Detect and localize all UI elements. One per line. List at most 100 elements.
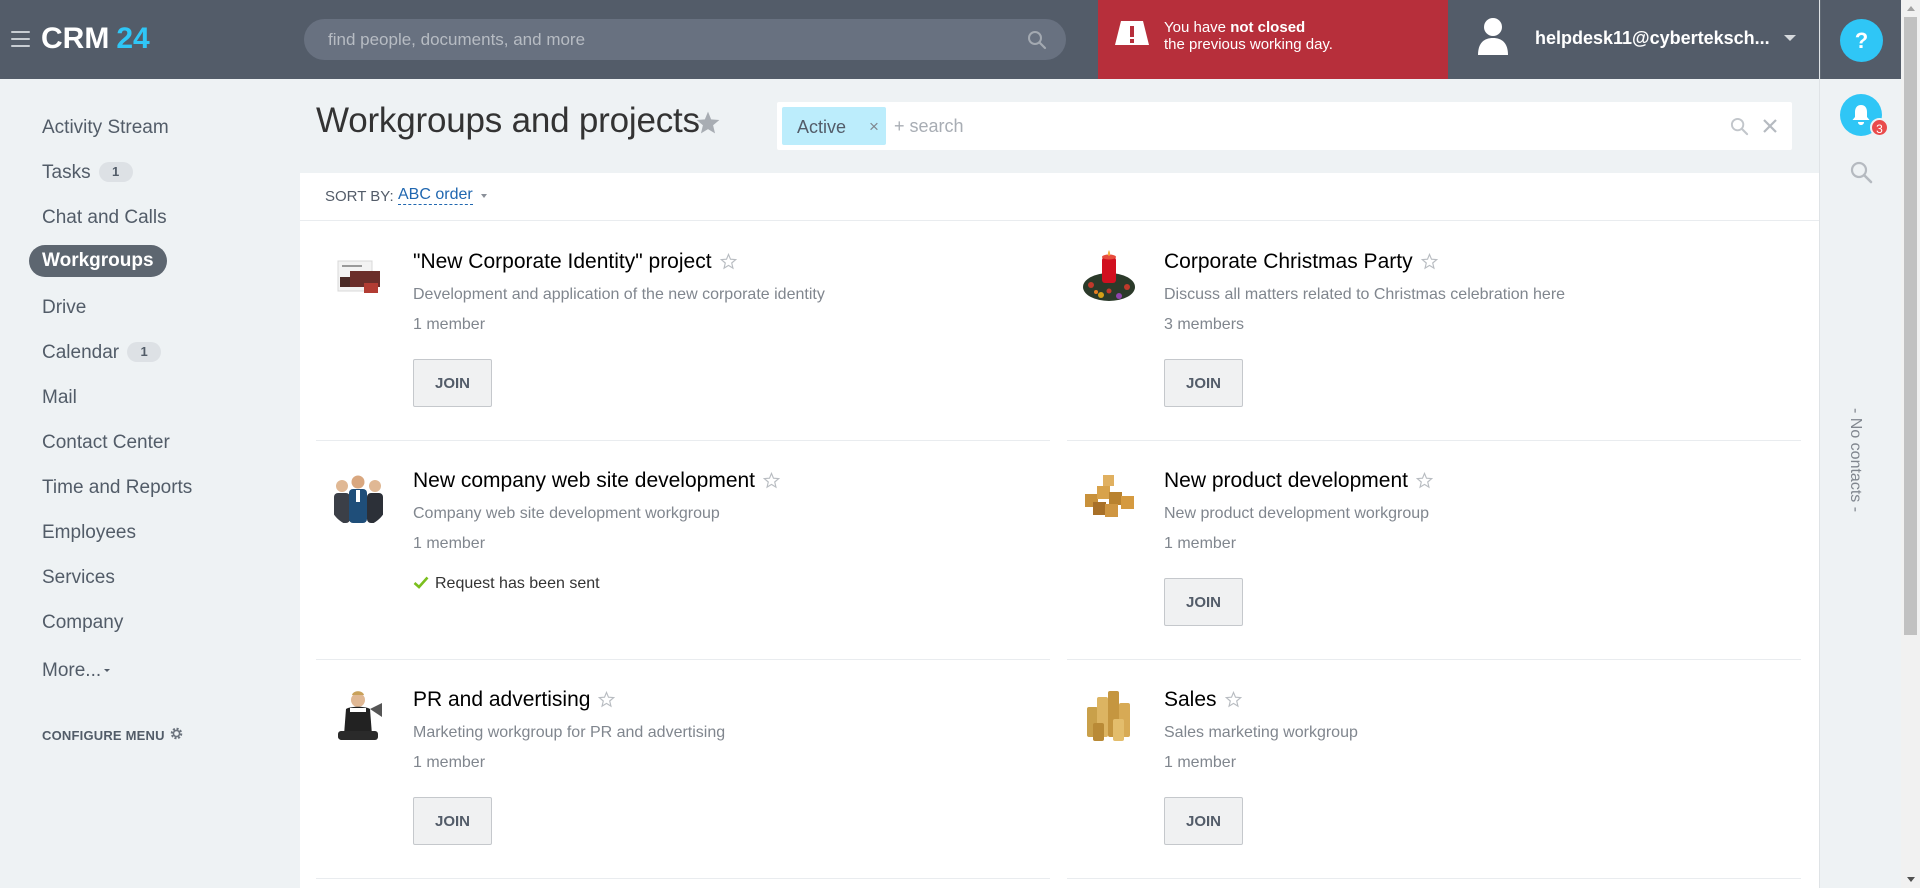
group-name-text: New product development (1164, 469, 1408, 492)
sort-dropdown[interactable]: ABC order (398, 186, 473, 205)
scrollbar-thumb[interactable] (1904, 17, 1917, 635)
star-icon[interactable] (1420, 253, 1438, 270)
sidebar-item-tasks[interactable]: Tasks 1 (42, 162, 133, 184)
group-name[interactable]: "New Corporate Identity" project (413, 250, 737, 274)
group-image[interactable] (1079, 247, 1140, 308)
search-icon[interactable] (1027, 30, 1047, 50)
group-members[interactable]: 1 member (413, 754, 485, 772)
group-image[interactable] (328, 247, 389, 308)
sidebar-item-label: Company (42, 612, 124, 633)
group-name[interactable]: PR and advertising (413, 688, 616, 712)
sidebar-item-label: Employees (42, 522, 136, 543)
join-button[interactable]: JOIN (1164, 797, 1243, 845)
sidebar-item-workgroups[interactable]: Workgroups (29, 245, 167, 277)
group-members[interactable]: 1 member (1164, 754, 1236, 772)
sidebar-item-drive[interactable]: Drive (42, 297, 86, 319)
group-name[interactable]: Corporate Christmas Party (1164, 250, 1438, 274)
group-image[interactable] (1079, 685, 1140, 746)
menu-burger-icon[interactable] (11, 31, 30, 47)
three-people-icon (328, 466, 389, 527)
logo-text: CRM (41, 22, 110, 55)
no-contacts-label: - No contacts - (1832, 408, 1892, 518)
group-members[interactable]: 1 member (1164, 535, 1236, 553)
sidebar-item-contact-center[interactable]: Contact Center (42, 432, 170, 454)
request-sent-status: Request has been sent (413, 575, 600, 593)
sidebar-item-label: Activity Stream (42, 117, 169, 138)
workday-warning[interactable]: You have not closed the previous working… (1098, 0, 1448, 79)
sort-label: SORT BY: (325, 188, 394, 205)
group-members[interactable]: 1 member (413, 535, 485, 553)
group-name[interactable]: New company web site development (413, 469, 781, 493)
group-name[interactable]: Sales (1164, 688, 1242, 712)
join-button[interactable]: JOIN (413, 359, 492, 407)
bell-icon (1852, 105, 1870, 125)
close-icon[interactable] (1761, 117, 1779, 135)
page-scrollbar[interactable] (1901, 0, 1920, 888)
right-rail-top: ? (1820, 0, 1901, 79)
scroll-down-icon[interactable] (1907, 877, 1915, 882)
help-button[interactable]: ? (1840, 19, 1883, 62)
filter-bar: Active × (777, 102, 1792, 150)
group-image[interactable] (1079, 466, 1140, 527)
search-icon[interactable] (1849, 160, 1873, 184)
logo[interactable]: CRM 24 (41, 22, 150, 56)
favorite-star-icon[interactable] (695, 110, 721, 136)
sidebar-item-employees[interactable]: Employees (42, 522, 136, 544)
filter-search-input[interactable] (892, 102, 1712, 150)
sidebar-item-mail[interactable]: Mail (42, 387, 77, 409)
sidebar-item-chat-and-calls[interactable]: Chat and Calls (42, 207, 167, 229)
workgroup-card: New company web site development Company… (316, 441, 1050, 660)
logo-number: 24 (116, 22, 150, 55)
counter-badge: 1 (98, 162, 133, 182)
star-icon[interactable] (1224, 691, 1242, 708)
star-icon[interactable] (598, 691, 616, 708)
sidebar-item-calendar[interactable]: Calendar 1 (42, 342, 162, 364)
sidebar-item-company[interactable]: Company (42, 612, 123, 634)
divider (316, 878, 1050, 879)
sidebar-item-label: Time and Reports (42, 477, 193, 498)
group-description: Company web site development workgroup (413, 505, 720, 522)
group-name[interactable]: New product development (1164, 469, 1433, 493)
star-icon[interactable] (763, 472, 781, 489)
sort-bar: SORT BY: ABC order (300, 173, 1819, 221)
close-icon[interactable]: × (869, 117, 879, 137)
warning-text: You have not closed the previous working… (1164, 19, 1333, 53)
sidebar-item-more[interactable]: More... (42, 660, 111, 682)
star-icon[interactable] (1415, 472, 1433, 489)
filter-chip-active[interactable]: Active × (782, 107, 886, 145)
checkmark-icon (413, 576, 429, 589)
group-members[interactable]: 1 member (413, 316, 485, 334)
global-search-input[interactable] (304, 19, 1066, 60)
sidebar-item-label: Tasks (42, 162, 91, 183)
group-members[interactable]: 3 members (1164, 316, 1244, 334)
search-icon[interactable] (1730, 117, 1749, 136)
chevron-down-icon (1784, 35, 1796, 41)
group-description: Development and application of the new c… (413, 286, 825, 303)
workgroup-card: PR and advertising Marketing workgroup f… (316, 660, 1050, 879)
user-name: helpdesk11@cyberteksch... (1535, 28, 1770, 48)
request-sent-text: Request has been sent (435, 575, 600, 592)
configure-menu-button[interactable]: CONFIGURE MENU (42, 727, 183, 743)
user-menu[interactable]: helpdesk11@cyberteksch... (1448, 0, 1819, 79)
christmas-wreath-candle-icon (1079, 247, 1140, 308)
sidebar-item-services[interactable]: Services (42, 567, 115, 589)
join-button[interactable]: JOIN (1164, 578, 1243, 626)
join-button[interactable]: JOIN (1164, 359, 1243, 407)
sidebar-item-activity-stream[interactable]: Activity Stream (42, 117, 169, 139)
stacked-coins-icon (1079, 685, 1140, 746)
star-icon[interactable] (719, 253, 737, 270)
sidebar-item-time-and-reports[interactable]: Time and Reports (42, 477, 192, 499)
group-description: Sales marketing workgroup (1164, 724, 1358, 741)
group-image[interactable] (328, 466, 389, 527)
scroll-up-icon[interactable] (1907, 6, 1915, 11)
global-search (304, 19, 1066, 60)
divider (1067, 878, 1801, 879)
notifications-button[interactable]: 3 (1840, 94, 1889, 137)
top-bar: CRM24 You have not closed the previous w… (0, 0, 1819, 79)
warning-bold: not closed (1230, 19, 1306, 36)
sidebar-item-label: Chat and Calls (42, 207, 167, 228)
group-image[interactable] (328, 685, 389, 746)
filter-chip-label: Active (797, 117, 847, 137)
group-description: Discuss all matters related to Christmas… (1164, 286, 1566, 303)
join-button[interactable]: JOIN (413, 797, 492, 845)
